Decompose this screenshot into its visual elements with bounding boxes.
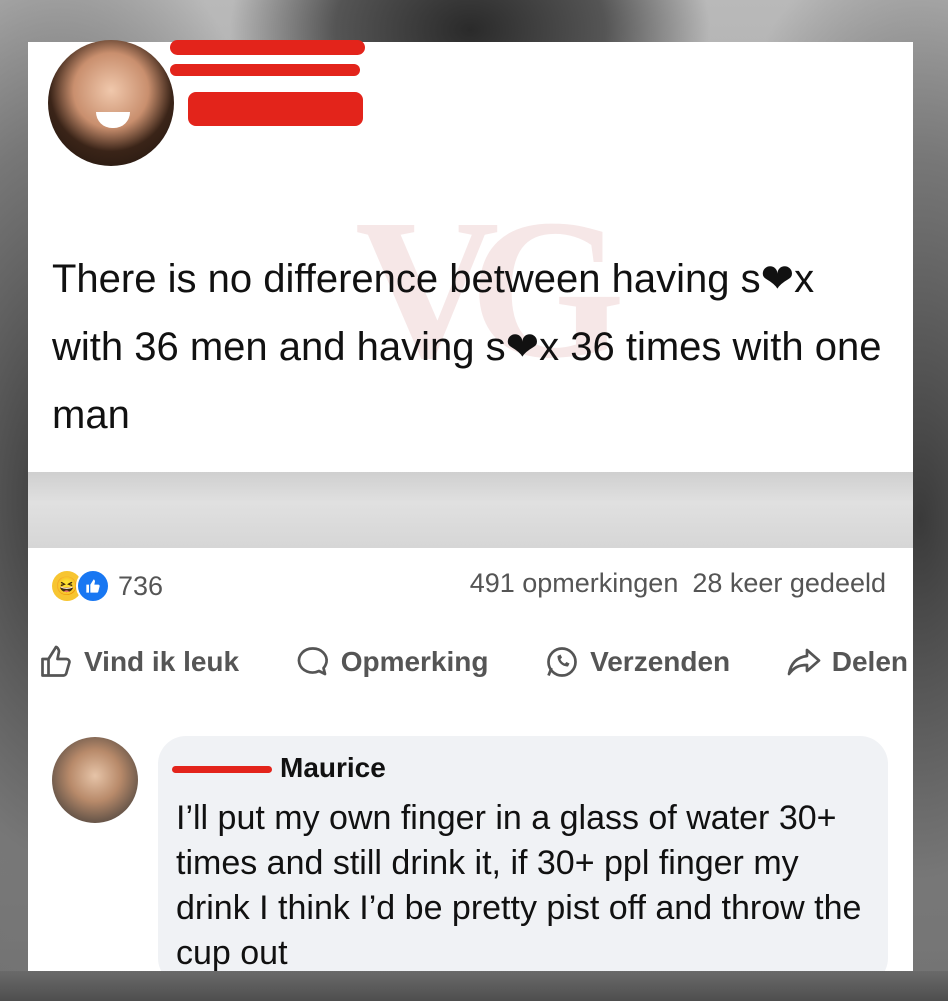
like-button[interactable]: Vind ik leuk [38, 644, 239, 680]
like-reaction-icon [76, 569, 110, 603]
thumbs-up-icon [41, 645, 71, 677]
poster-avatar[interactable] [48, 40, 174, 166]
send-button[interactable]: Verzenden [544, 644, 730, 680]
comment-bubble-icon [297, 647, 328, 676]
comment-button[interactable]: Opmerking [295, 644, 489, 680]
share-button[interactable]: Delen [786, 644, 908, 680]
share-count[interactable]: 28 keer gedeeld [692, 568, 886, 599]
redacted-name-line-3 [188, 92, 363, 126]
post-text: There is no difference between having s❤… [52, 257, 882, 437]
reactions-summary[interactable]: 😆 736 [52, 566, 163, 606]
share-label: Delen [831, 646, 908, 677]
commenter-avatar[interactable] [52, 737, 138, 823]
background-bottom-strip [0, 971, 948, 1001]
post-stats: 491 opmerkingen 28 keer gedeeld [470, 568, 886, 599]
action-bar: Vind ik leuk Opmerking Verzenden Delen [38, 644, 908, 680]
commenter-name[interactable]: Maurice [280, 752, 386, 784]
comment-count[interactable]: 491 opmerkingen [470, 568, 679, 599]
share-arrow-icon [787, 648, 821, 676]
thumbs-up-icon [86, 579, 100, 593]
redacted-name-line-2 [170, 64, 360, 76]
redacted-commenter-first-name [172, 766, 272, 773]
avatar-smile [96, 112, 130, 128]
reaction-count: 736 [118, 570, 164, 601]
whatsapp-icon [547, 647, 577, 677]
comment-text: I’ll put my own finger in a glass of wat… [176, 799, 862, 972]
divider-band [28, 472, 913, 548]
comment-label: Opmerking [340, 646, 489, 677]
like-label: Vind ik leuk [84, 646, 240, 677]
redacted-name-line-1 [170, 40, 365, 55]
send-label: Verzenden [590, 646, 731, 677]
